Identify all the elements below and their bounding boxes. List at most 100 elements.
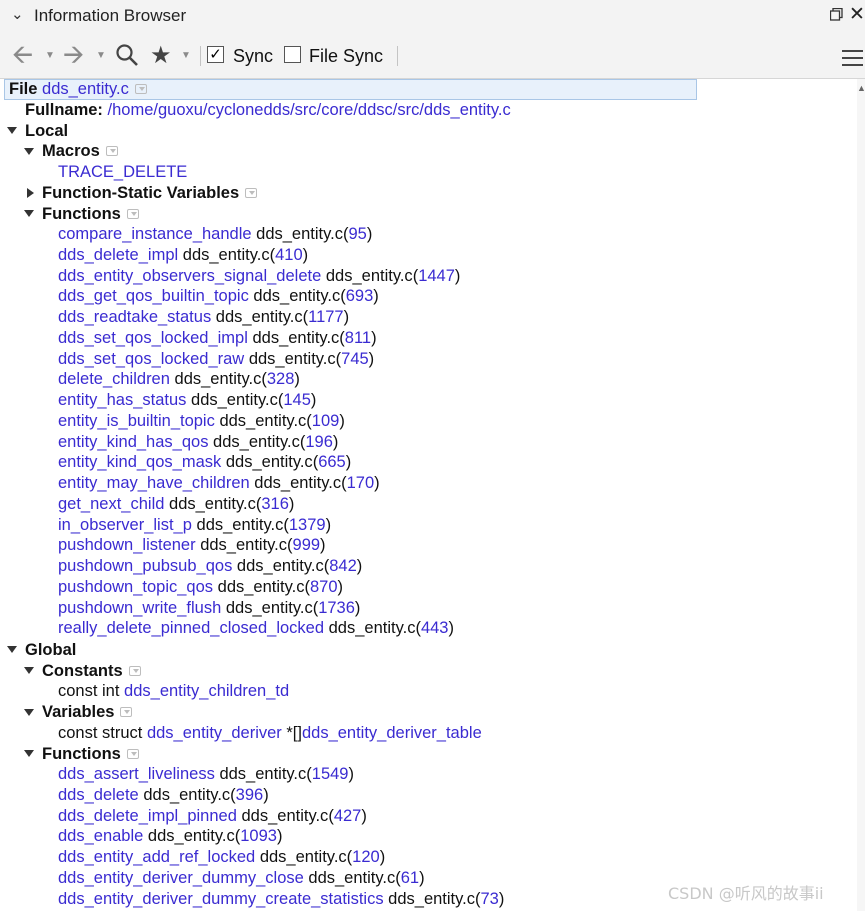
function-line-link[interactable]: 811: [345, 329, 371, 347]
function-line-link[interactable]: 665: [318, 453, 346, 471]
file-sync-checkbox[interactable]: [284, 46, 301, 63]
macro-link[interactable]: TRACE_DELETE: [58, 163, 187, 181]
variable-name-link[interactable]: dds_entity_deriver_table: [302, 724, 482, 742]
expand-triangle-icon[interactable]: [7, 646, 17, 653]
search-icon[interactable]: [115, 43, 139, 67]
function-item[interactable]: entity_has_status dds_entity.c(145): [58, 390, 316, 411]
function-name-link[interactable]: dds_delete_impl_pinned: [58, 807, 237, 825]
function-name-link[interactable]: in_observer_list_p: [58, 516, 192, 534]
function-item[interactable]: dds_readtake_status dds_entity.c(1177): [58, 307, 349, 328]
local-functions-node[interactable]: Functions: [42, 204, 139, 225]
macro-item[interactable]: TRACE_DELETE: [58, 162, 187, 183]
fullname-link[interactable]: /home/guoxu/cyclonedds/src/core/ddsc/src…: [108, 101, 511, 119]
function-name-link[interactable]: pushdown_write_flush: [58, 599, 221, 617]
dropdown-icon[interactable]: [245, 188, 258, 198]
dropdown-icon[interactable]: [126, 749, 139, 759]
sync-checkbox[interactable]: ✓: [207, 46, 224, 63]
function-line-link[interactable]: 427: [334, 807, 362, 825]
function-name-link[interactable]: dds_delete: [58, 786, 139, 804]
function-name-link[interactable]: dds_set_qos_locked_raw: [58, 350, 244, 368]
expand-triangle-icon[interactable]: [24, 148, 34, 155]
function-name-link[interactable]: entity_kind_qos_mask: [58, 453, 221, 471]
function-name-link[interactable]: pushdown_topic_qos: [58, 578, 213, 596]
close-icon[interactable]: ✕: [849, 3, 865, 26]
function-line-link[interactable]: 316: [261, 495, 289, 513]
local-macros-node[interactable]: Macros: [42, 141, 118, 162]
function-item[interactable]: dds_assert_liveliness dds_entity.c(1549): [58, 764, 354, 785]
function-item[interactable]: dds_delete dds_entity.c(396): [58, 785, 269, 806]
function-line-link[interactable]: 745: [341, 350, 369, 368]
function-line-link[interactable]: 1549: [312, 765, 349, 783]
scroll-up-icon[interactable]: ▲: [857, 83, 865, 93]
function-line-link[interactable]: 120: [352, 848, 380, 866]
function-line-link[interactable]: 443: [421, 619, 449, 637]
function-name-link[interactable]: dds_readtake_status: [58, 308, 211, 326]
expand-triangle-icon[interactable]: [24, 709, 34, 716]
function-line-link[interactable]: 95: [348, 225, 366, 243]
file-row[interactable]: File dds_entity.c: [9, 79, 147, 100]
function-name-link[interactable]: dds_entity_observers_signal_delete: [58, 267, 321, 285]
function-name-link[interactable]: dds_entity_deriver_dummy_close: [58, 869, 304, 887]
menu-icon[interactable]: [842, 50, 863, 71]
function-line-link[interactable]: 396: [236, 786, 264, 804]
restore-window-icon[interactable]: [830, 8, 843, 21]
function-item[interactable]: dds_entity_add_ref_locked dds_entity.c(1…: [58, 847, 385, 868]
function-name-link[interactable]: dds_entity_deriver_dummy_create_statisti…: [58, 890, 384, 908]
expand-triangle-icon[interactable]: [24, 667, 34, 674]
function-line-link[interactable]: 1177: [308, 308, 343, 326]
forward-history-chevron-icon[interactable]: ▼: [96, 50, 106, 61]
function-item[interactable]: in_observer_list_p dds_entity.c(1379): [58, 515, 331, 536]
local-section[interactable]: Local: [25, 121, 68, 142]
dropdown-icon[interactable]: [126, 209, 139, 219]
function-line-link[interactable]: 1379: [289, 516, 326, 534]
function-item[interactable]: get_next_child dds_entity.c(316): [58, 494, 294, 515]
function-line-link[interactable]: 1736: [318, 599, 355, 617]
function-name-link[interactable]: entity_may_have_children: [58, 474, 250, 492]
back-arrow-icon[interactable]: 🡨: [12, 39, 33, 69]
function-item[interactable]: really_delete_pinned_closed_locked dds_e…: [58, 618, 454, 639]
sync-label[interactable]: Sync: [233, 46, 273, 67]
global-section[interactable]: Global: [25, 640, 76, 661]
function-item[interactable]: dds_set_qos_locked_raw dds_entity.c(745): [58, 349, 374, 370]
vertical-scrollbar[interactable]: ▲: [857, 79, 865, 911]
function-item[interactable]: pushdown_pubsub_qos dds_entity.c(842): [58, 556, 362, 577]
function-name-link[interactable]: compare_instance_handle: [58, 225, 252, 243]
function-item[interactable]: pushdown_listener dds_entity.c(999): [58, 535, 326, 556]
collapse-panel-icon[interactable]: ⌄: [11, 5, 24, 23]
function-line-link[interactable]: 870: [310, 578, 338, 596]
file-name-link[interactable]: dds_entity.c: [42, 80, 129, 98]
function-name-link[interactable]: dds_entity_add_ref_locked: [58, 848, 255, 866]
function-item[interactable]: dds_get_qos_builtin_topic dds_entity.c(6…: [58, 286, 379, 307]
function-line-link[interactable]: 999: [293, 536, 321, 554]
back-history-chevron-icon[interactable]: ▼: [45, 50, 55, 61]
file-sync-label[interactable]: File Sync: [309, 46, 383, 67]
function-item[interactable]: dds_entity_deriver_dummy_close dds_entit…: [58, 868, 425, 889]
function-name-link[interactable]: dds_assert_liveliness: [58, 765, 215, 783]
expand-triangle-icon[interactable]: [24, 750, 34, 757]
dropdown-icon[interactable]: [134, 84, 147, 94]
function-line-link[interactable]: 170: [347, 474, 375, 492]
function-line-link[interactable]: 109: [312, 412, 340, 430]
function-name-link[interactable]: entity_kind_has_qos: [58, 433, 208, 451]
collapsed-triangle-icon[interactable]: [27, 188, 34, 198]
function-item[interactable]: delete_children dds_entity.c(328): [58, 369, 300, 390]
function-line-link[interactable]: 61: [401, 869, 419, 887]
function-item[interactable]: pushdown_write_flush dds_entity.c(1736): [58, 598, 360, 619]
function-item[interactable]: compare_instance_handle dds_entity.c(95): [58, 224, 372, 245]
function-item[interactable]: dds_enable dds_entity.c(1093): [58, 826, 282, 847]
function-line-link[interactable]: 693: [346, 287, 374, 305]
function-name-link[interactable]: get_next_child: [58, 495, 164, 513]
function-item[interactable]: dds_delete_impl dds_entity.c(410): [58, 245, 308, 266]
function-name-link[interactable]: entity_is_builtin_topic: [58, 412, 215, 430]
dropdown-icon[interactable]: [128, 666, 141, 676]
function-item[interactable]: entity_may_have_children dds_entity.c(17…: [58, 473, 380, 494]
forward-arrow-icon[interactable]: 🡪: [63, 39, 84, 69]
dropdown-icon[interactable]: [105, 146, 118, 156]
function-name-link[interactable]: dds_delete_impl: [58, 246, 178, 264]
function-item[interactable]: entity_is_builtin_topic dds_entity.c(109…: [58, 411, 345, 432]
function-line-link[interactable]: 196: [305, 433, 333, 451]
function-item[interactable]: dds_delete_impl_pinned dds_entity.c(427): [58, 806, 367, 827]
function-name-link[interactable]: dds_enable: [58, 827, 143, 845]
function-name-link[interactable]: dds_set_qos_locked_impl: [58, 329, 248, 347]
function-name-link[interactable]: entity_has_status: [58, 391, 186, 409]
